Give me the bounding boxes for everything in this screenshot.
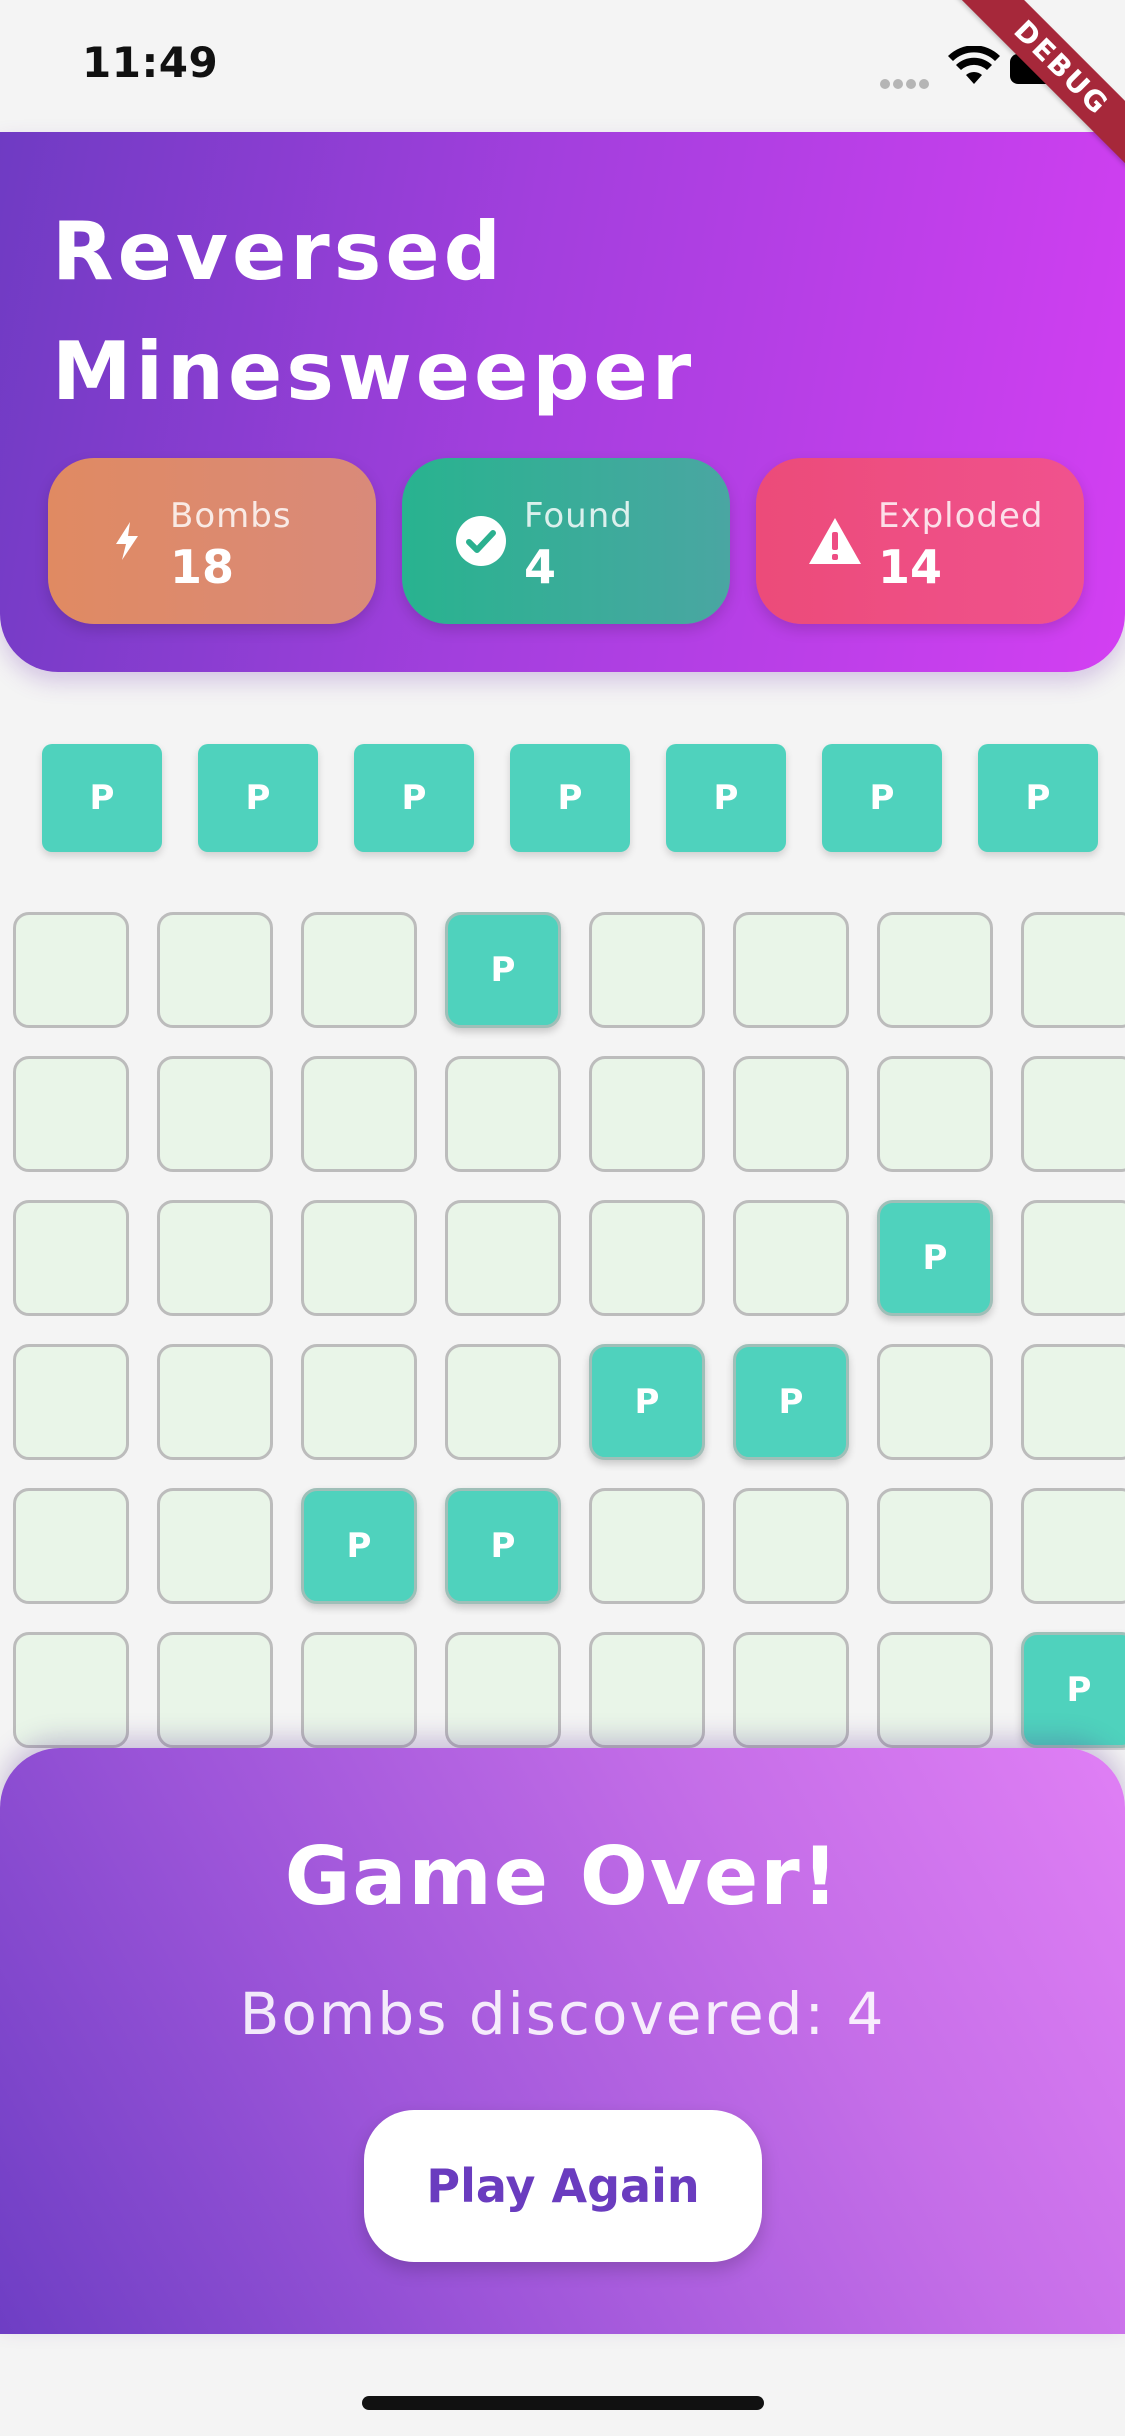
header: Reversed Minesweeper Bombs 18 Found 4 Ex… [0,132,1125,672]
stat-card-exploded: Exploded 14 [756,458,1084,624]
grid-cell[interactable] [157,912,273,1028]
stat-value: 18 [170,540,235,594]
placed-tile[interactable]: P [510,744,630,852]
placed-tile[interactable]: P [822,744,942,852]
grid-cell[interactable] [589,1200,705,1316]
page-title: Reversed Minesweeper [52,205,696,418]
grid-cell-flagged[interactable]: P [589,1344,705,1460]
stat-label: Found [524,496,633,536]
grid-cell[interactable] [877,1344,993,1460]
grid-cell[interactable] [301,1344,417,1460]
status-time: 11:49 [82,38,219,87]
grid-cell[interactable] [1021,1200,1125,1316]
grid-cell-flagged[interactable]: P [445,912,561,1028]
grid-cell[interactable] [445,1344,561,1460]
grid-cell[interactable] [301,912,417,1028]
stat-label: Exploded [878,496,1044,536]
grid-cell-flagged[interactable]: P [877,1200,993,1316]
warning-icon [809,518,861,564]
game-over-panel: Game Over! Bombs discovered: 4 Play Agai… [0,1748,1125,2334]
grid-cell[interactable] [301,1200,417,1316]
game-over-title: Game Over! [284,1830,841,1923]
grid-cell[interactable] [589,1488,705,1604]
grid-cell[interactable] [589,1056,705,1172]
home-indicator [362,2396,764,2410]
game-grid: PPPPPPP [0,912,1125,1750]
grid-cell[interactable] [13,1632,129,1748]
placed-tile[interactable]: P [198,744,318,852]
check-circle-icon [456,516,506,566]
placed-tiles-row: PPPPPPP [0,744,1125,854]
grid-cell[interactable] [13,1056,129,1172]
grid-cell[interactable] [301,1632,417,1748]
grid-cell-flagged[interactable]: P [1021,1632,1125,1748]
grid-cell[interactable] [445,1632,561,1748]
stat-card-found: Found 4 [402,458,730,624]
grid-cell[interactable] [589,1632,705,1748]
grid-cell[interactable] [301,1056,417,1172]
grid-cell[interactable] [733,912,849,1028]
cellular-signal-icon [880,74,932,93]
stat-value: 4 [524,540,557,594]
stat-value: 14 [878,540,943,594]
grid-cell[interactable] [445,1200,561,1316]
grid-cell[interactable] [13,1200,129,1316]
grid-cell[interactable] [733,1056,849,1172]
grid-cell-flagged[interactable]: P [301,1488,417,1604]
lightning-icon [116,522,138,560]
status-bar: 11:49 [0,0,1125,130]
grid-cell[interactable] [157,1488,273,1604]
placed-tile[interactable]: P [978,744,1098,852]
bombs-discovered-text: Bombs discovered: 4 [239,1980,886,2048]
grid-cell[interactable] [877,1056,993,1172]
grid-cell[interactable] [733,1488,849,1604]
grid-cell[interactable] [157,1200,273,1316]
wifi-icon [948,46,1000,84]
placed-tile[interactable]: P [354,744,474,852]
grid-cell[interactable] [1021,1056,1125,1172]
grid-cell[interactable] [1021,1344,1125,1460]
placed-tile[interactable]: P [666,744,786,852]
grid-cell[interactable] [1021,912,1125,1028]
grid-cell[interactable] [877,912,993,1028]
grid-cell-flagged[interactable]: P [733,1344,849,1460]
grid-cell-flagged[interactable]: P [445,1488,561,1604]
play-again-button[interactable]: Play Again [364,2110,762,2262]
grid-cell[interactable] [157,1632,273,1748]
grid-cell[interactable] [733,1200,849,1316]
grid-cell[interactable] [157,1344,273,1460]
grid-cell[interactable] [1021,1488,1125,1604]
grid-cell[interactable] [13,1488,129,1604]
stat-label: Bombs [170,496,292,536]
stat-card-bombs: Bombs 18 [48,458,376,624]
grid-cell[interactable] [13,1344,129,1460]
grid-cell[interactable] [877,1632,993,1748]
placed-tile[interactable]: P [42,744,162,852]
grid-cell[interactable] [589,912,705,1028]
grid-cell[interactable] [13,912,129,1028]
grid-cell[interactable] [733,1632,849,1748]
grid-cell[interactable] [445,1056,561,1172]
grid-cell[interactable] [877,1488,993,1604]
grid-cell[interactable] [157,1056,273,1172]
